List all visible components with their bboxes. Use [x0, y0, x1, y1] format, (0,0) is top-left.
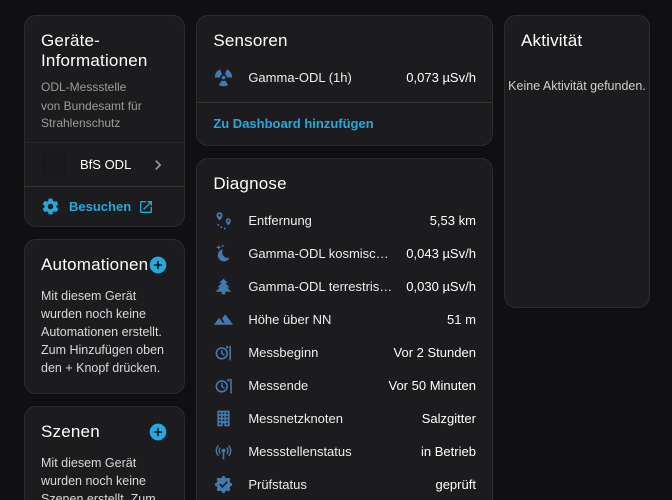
diagnostics-card: Diagnose Entfernung 5,53 km Gamma-ODL ko…	[196, 158, 493, 500]
diagnostic-value: Salzgitter	[422, 411, 476, 426]
diagnostic-value: 0,043 µSv/h	[406, 246, 476, 261]
automations-title: Automationen	[41, 255, 148, 275]
radioactive-icon	[213, 67, 234, 88]
add-scene-button[interactable]	[148, 422, 168, 442]
check-decagram-icon	[213, 474, 234, 495]
sensors-footer: Zu Dashboard hinzufügen	[197, 102, 492, 145]
clock-start-icon	[213, 342, 234, 363]
sensor-rows: Gamma-ODL (1h) 0,073 µSv/h	[197, 57, 492, 102]
diagnostic-row-terrestrial[interactable]: Gamma-ODL terrestris… 0,030 µSv/h	[197, 270, 492, 303]
pine-tree-icon	[213, 276, 234, 297]
sensors-card: Sensoren Gamma-ODL (1h) 0,073 µSv/h Zu D…	[196, 15, 493, 146]
diagnostic-row-network-node[interactable]: Messnetzknoten Salzgitter	[197, 402, 492, 435]
diagnostic-value: 0,030 µSv/h	[406, 279, 476, 294]
mountains-icon	[213, 309, 234, 330]
automations-empty-text: Mit diesem Gerät wurden noch keine Autom…	[25, 281, 184, 393]
diagnostic-value: 51 m	[447, 312, 476, 327]
right-column: Aktivität Keine Aktivität gefunden.	[504, 15, 650, 500]
sensor-value: 0,073 µSv/h	[406, 70, 476, 85]
integration-logo	[41, 152, 66, 177]
visit-link[interactable]: Besuchen	[69, 199, 154, 215]
diagnostic-label: Gamma-ODL kosmisc…	[248, 246, 392, 261]
middle-column: Sensoren Gamma-ODL (1h) 0,073 µSv/h Zu D…	[196, 15, 493, 500]
diagnostic-row-measure-start[interactable]: Messbeginn Vor 2 Stunden	[197, 336, 492, 369]
diagnostic-label: Messstellenstatus	[248, 444, 407, 459]
weather-night-icon	[213, 243, 234, 264]
diagnostic-value: Vor 50 Minuten	[389, 378, 476, 393]
office-building-icon	[213, 408, 234, 429]
device-model: ODL-Messstelle	[25, 77, 184, 96]
broadcast-icon	[213, 441, 234, 462]
scenes-empty-text: Mit diesem Gerät wurden noch keine Szene…	[25, 448, 184, 500]
diagnostic-label: Messnetzknoten	[248, 411, 407, 426]
diagnostic-label: Gamma-ODL terrestris…	[248, 279, 392, 294]
automations-card: Automationen Mit diesem Gerät wurden noc…	[24, 239, 185, 394]
visit-label: Besuchen	[69, 199, 131, 214]
diagnostic-row-check-status[interactable]: Prüfstatus geprüft	[197, 468, 492, 500]
diagnostic-label: Prüfstatus	[248, 477, 421, 492]
diagnostic-row-distance[interactable]: Entfernung 5,53 km	[197, 204, 492, 237]
plus-circle-icon	[148, 255, 168, 275]
diagnostic-label: Höhe über NN	[248, 312, 433, 327]
automations-header: Automationen	[25, 240, 184, 281]
add-to-dashboard-link[interactable]: Zu Dashboard hinzufügen	[213, 116, 373, 131]
add-automation-button[interactable]	[148, 255, 168, 275]
activity-header: Aktivität	[505, 16, 649, 57]
sensors-header: Sensoren	[197, 16, 492, 57]
left-column: Geräte-Informationen ODL-Messstelle von …	[24, 15, 185, 500]
activity-card: Aktivität Keine Aktivität gefunden.	[504, 15, 650, 308]
scenes-title: Szenen	[41, 422, 100, 442]
diagnostics-title: Diagnose	[213, 174, 286, 194]
clock-end-icon	[213, 375, 234, 396]
device-info-title: Geräte-Informationen	[41, 31, 168, 71]
scenes-header: Szenen	[25, 407, 184, 448]
device-info-card: Geräte-Informationen ODL-Messstelle von …	[24, 15, 185, 227]
diagnostic-row-altitude[interactable]: Höhe über NN 51 m	[197, 303, 492, 336]
plus-circle-icon	[148, 422, 168, 442]
diagnostic-label: Entfernung	[248, 213, 415, 228]
integration-name: BfS ODL	[80, 157, 131, 172]
chevron-right-icon	[148, 155, 168, 175]
integration-row[interactable]: BfS ODL	[25, 142, 184, 186]
diagnostic-label: Messbeginn	[248, 345, 379, 360]
device-info-header: Geräte-Informationen	[25, 16, 184, 77]
sensor-label: Gamma-ODL (1h)	[248, 70, 392, 85]
gear-icon[interactable]	[41, 197, 60, 216]
sensors-title: Sensoren	[213, 31, 287, 51]
sensor-row-gamma-odl[interactable]: Gamma-ODL (1h) 0,073 µSv/h	[197, 61, 492, 94]
open-in-new-icon	[138, 199, 154, 215]
device-manufacturer: von Bundesamt für Strahlenschutz	[25, 96, 184, 132]
scenes-card: Szenen Mit diesem Gerät wurden noch kein…	[24, 406, 185, 500]
diagnostic-row-cosmic[interactable]: Gamma-ODL kosmisc… 0,043 µSv/h	[197, 237, 492, 270]
map-marker-distance-icon	[213, 210, 234, 231]
diagnostic-value: 5,53 km	[430, 213, 476, 228]
device-page: Geräte-Informationen ODL-Messstelle von …	[0, 0, 672, 500]
device-actions-row: Besuchen	[25, 186, 184, 226]
diagnostic-row-station-status[interactable]: Messstellenstatus in Betrieb	[197, 435, 492, 468]
diagnostic-value: in Betrieb	[421, 444, 476, 459]
diagnostic-row-measure-end[interactable]: Messende Vor 50 Minuten	[197, 369, 492, 402]
diagnostic-label: Messende	[248, 378, 374, 393]
activity-empty-text: Keine Aktivität gefunden.	[505, 57, 649, 93]
diagnostic-rows: Entfernung 5,53 km Gamma-ODL kosmisc… 0,…	[197, 200, 492, 500]
diagnostic-value: Vor 2 Stunden	[394, 345, 476, 360]
diagnostic-value: geprüft	[435, 477, 475, 492]
diagnostics-header: Diagnose	[197, 159, 492, 200]
activity-title: Aktivität	[521, 31, 582, 51]
